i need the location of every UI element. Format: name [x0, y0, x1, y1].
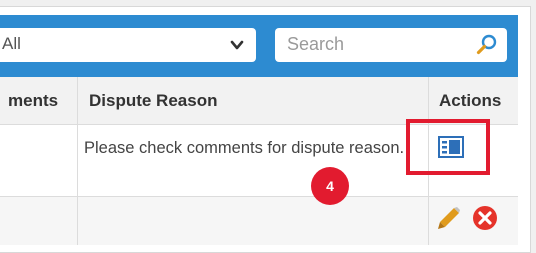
- delete-icon[interactable]: [472, 205, 498, 231]
- pencil-icon[interactable]: [436, 205, 462, 231]
- step-number-badge: 4: [311, 167, 349, 205]
- search-icon[interactable]: [475, 33, 499, 57]
- table-toolbar: All Search: [0, 15, 518, 77]
- column-divider: [428, 197, 429, 245]
- column-divider: [77, 197, 78, 245]
- column-divider: [77, 77, 78, 125]
- dispute-reason-cell: Please check comments for dispute reason…: [84, 139, 405, 157]
- search-box[interactable]: Search: [275, 28, 507, 62]
- column-divider: [428, 77, 429, 125]
- search-input[interactable]: Search: [287, 34, 344, 55]
- filter-select-value: All: [2, 34, 21, 53]
- details-view-icon[interactable]: [438, 136, 464, 158]
- filter-select[interactable]: All: [0, 28, 256, 62]
- table-header: ments Dispute Reason Actions: [0, 77, 518, 125]
- column-header-dispute-reason: Dispute Reason: [89, 91, 218, 110]
- column-header-actions: Actions: [439, 91, 502, 110]
- column-divider: [77, 125, 78, 197]
- column-header-comments: ments: [8, 91, 59, 110]
- chevron-down-icon[interactable]: [230, 38, 244, 52]
